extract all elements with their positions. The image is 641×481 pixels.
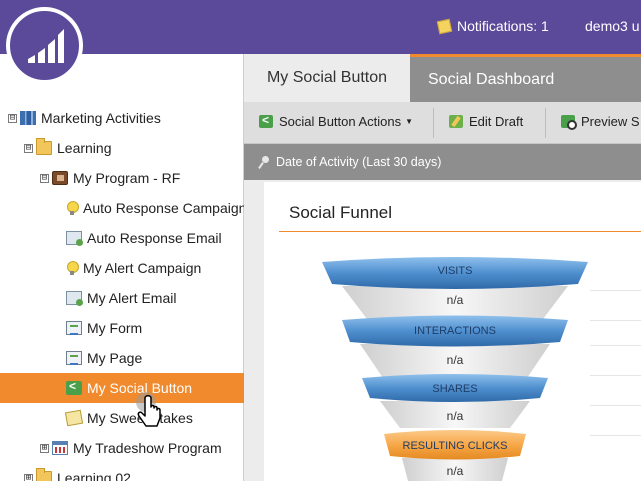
edit-draft-label: Edit Draft: [469, 114, 524, 129]
title-divider: [279, 231, 641, 232]
tree-item-my-sweepstakes[interactable]: My Sweepstakes: [64, 403, 193, 433]
tree-item-auto-response-email[interactable]: Auto Response Email: [66, 223, 222, 253]
tree-item-label: My Form: [87, 320, 143, 336]
hand-cursor-icon: [136, 392, 161, 427]
notifications-link[interactable]: Notifications: 1: [436, 18, 549, 34]
action-toolbar: Social Button Actions ▼ Edit Draft Previ…: [244, 102, 641, 144]
pin-icon: [260, 156, 270, 168]
tab-my-social-button[interactable]: My Social Button: [244, 54, 410, 102]
date-filter[interactable]: Date of Activity (Last 30 days): [260, 155, 441, 169]
email-icon: [66, 291, 83, 306]
tree-item-label: My Page: [87, 350, 143, 366]
preview-magnifier-icon: [561, 115, 577, 130]
tree-item-my-social-button[interactable]: My Social Button: [0, 373, 244, 403]
tree-item-marketing-activities[interactable]: ⊟ Marketing Activities: [8, 103, 161, 133]
social-button-actions-menu[interactable]: Social Button Actions ▼: [259, 113, 414, 129]
expand-toggle-icon[interactable]: ⊞: [24, 473, 33, 481]
notification-note-icon: [436, 18, 453, 34]
preview-button[interactable]: Preview S: [561, 114, 640, 130]
tree-item-my-alert-campaign[interactable]: My Alert Campaign: [66, 253, 201, 283]
tree-item-learning[interactable]: ⊟ Learning: [24, 133, 112, 163]
tree-item-label: Learning 02: [57, 470, 131, 481]
program-icon: [52, 171, 68, 185]
expand-toggle-icon[interactable]: ⊞: [40, 443, 49, 453]
landing-page-icon: [66, 351, 82, 365]
collapse-toggle-icon[interactable]: ⊟: [40, 173, 49, 183]
panel-title: Social Funnel: [289, 203, 393, 222]
toolbar-divider: [545, 108, 546, 138]
tree-item-my-tradeshow-program[interactable]: ⊞ My Tradeshow Program: [40, 433, 222, 463]
ticket-icon: [64, 409, 84, 427]
actions-label: Social Button Actions: [279, 114, 402, 129]
funnel-value-resulting-clicks: n/a: [446, 464, 464, 478]
share-icon: [259, 113, 273, 128]
funnel-label-resulting-clicks: RESULTING CLICKS: [402, 440, 508, 452]
tree-item-my-alert-email[interactable]: My Alert Email: [66, 283, 176, 313]
folder-icon: [36, 468, 52, 481]
collapse-toggle-icon[interactable]: ⊟: [8, 113, 17, 123]
marketo-logo[interactable]: [6, 7, 83, 84]
funnel-label-visits: VISITS: [437, 265, 473, 277]
funnel-label-interactions: INTERACTIONS: [414, 325, 496, 337]
app-root: Notifications: 1 demo3 u ⊟ Marketing Act…: [0, 0, 641, 481]
funnel-value-visits: n/a: [446, 293, 464, 307]
calendar-icon: [52, 441, 68, 455]
marketing-activities-tree: ⊟ Marketing Activities ⊟ Learning ⊟ My P…: [0, 54, 246, 481]
funnel-label-shares: SHARES: [432, 383, 478, 395]
lightbulb-icon: [66, 201, 79, 215]
tree-item-auto-response-campaign[interactable]: Auto Response Campaign: [66, 193, 246, 223]
tree-item-label: Learning: [57, 140, 112, 156]
date-filter-label: Date of Activity (Last 30 days): [276, 155, 442, 169]
funnel-value-shares: n/a: [446, 409, 464, 423]
form-icon: [66, 321, 82, 335]
tree-item-my-form[interactable]: My Form: [66, 313, 142, 343]
edit-draft-button[interactable]: Edit Draft: [449, 114, 523, 129]
tree-item-learning-02[interactable]: ⊞ Learning 02: [24, 463, 131, 481]
logo-bars-icon: [28, 29, 64, 63]
books-icon: [20, 111, 36, 125]
tree-item-label: My Alert Email: [87, 290, 177, 306]
caret-down-icon: ▼: [405, 117, 414, 126]
preview-label: Preview S: [581, 114, 640, 129]
user-menu[interactable]: demo3 u: [585, 18, 639, 34]
email-icon: [66, 231, 83, 246]
tree-item-my-program[interactable]: ⊟ My Program - RF: [40, 163, 180, 193]
top-header: Notifications: 1 demo3 u: [0, 0, 641, 54]
tree-item-label: Auto Response Email: [87, 230, 222, 246]
collapse-toggle-icon[interactable]: ⊟: [24, 143, 33, 153]
tree-item-label: My Alert Campaign: [83, 260, 202, 276]
toolbar-divider: [433, 108, 434, 138]
notifications-label: Notifications: 1: [457, 18, 549, 34]
tree-item-label: My Program - RF: [73, 170, 181, 186]
folder-icon: [36, 138, 52, 155]
edit-pencil-icon: [449, 115, 463, 128]
tree-item-label: Marketing Activities: [41, 110, 161, 126]
tab-bar: My Social Button Social Dashboard: [244, 54, 641, 102]
tree-item-label: Auto Response Campaign: [83, 200, 247, 216]
tree-item-label: My Tradeshow Program: [73, 440, 222, 456]
filter-bar: Date of Activity (Last 30 days): [244, 144, 641, 180]
lightbulb-icon: [66, 261, 79, 275]
tree-item-my-page[interactable]: My Page: [66, 343, 142, 373]
share-icon: [66, 379, 82, 395]
funnel-value-interactions: n/a: [446, 353, 464, 367]
tab-social-dashboard[interactable]: Social Dashboard: [410, 54, 641, 102]
